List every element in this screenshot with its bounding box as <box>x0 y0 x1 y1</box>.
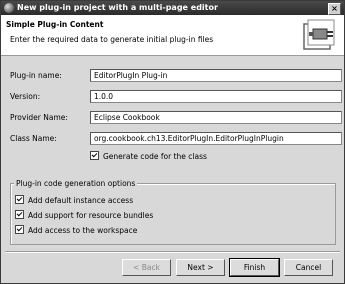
resource-bundles-checkbox[interactable]: Add support for resource bundles <box>15 210 153 220</box>
back-button[interactable]: < Back <box>122 259 171 276</box>
wizard-header: Simple Plug-in Content Enter the require… <box>1 15 344 56</box>
generate-code-label: Generate code for the class <box>103 152 207 161</box>
plugin-wizard-icon <box>303 19 335 50</box>
back-button-label: < Back <box>133 263 160 272</box>
eclipse-icon <box>4 3 14 13</box>
plugin-name-field[interactable]: EditorPlugIn Plug-in <box>90 69 342 82</box>
checkbox-checked-icon[interactable] <box>15 210 24 219</box>
finish-button-label: Finish <box>243 263 266 272</box>
default-instance-checkbox[interactable]: Add default instance access <box>15 195 133 205</box>
workspace-access-label: Add access to the workspace <box>28 226 138 235</box>
page-description: Enter the required data to generate init… <box>10 35 214 44</box>
workspace-access-checkbox[interactable]: Add access to the workspace <box>15 225 137 235</box>
class-name-field[interactable]: org.cookbook.ch13.EditorPlugIn.EditorPlu… <box>90 132 342 145</box>
next-button-label: Next > <box>187 263 214 272</box>
provider-name-field[interactable]: Eclipse Cookbook <box>90 111 342 124</box>
version-label: Version: <box>10 92 41 101</box>
wizard-window: New plug-in project with a multi-page ed… <box>0 0 345 284</box>
button-separator <box>5 251 340 253</box>
cancel-button-label: Cancel <box>295 263 322 272</box>
finish-button[interactable]: Finish <box>229 258 280 277</box>
page-title: Simple Plug-in Content <box>6 20 104 29</box>
class-name-label: Class Name: <box>10 134 57 143</box>
cancel-button[interactable]: Cancel <box>284 259 333 276</box>
close-button[interactable]: × <box>328 3 341 15</box>
plugin-name-label: Plug-in name: <box>10 71 62 80</box>
window-title: New plug-in project with a multi-page ed… <box>17 3 218 12</box>
provider-name-label: Provider Name: <box>10 113 68 122</box>
title-bar[interactable]: New plug-in project with a multi-page ed… <box>1 1 344 15</box>
version-field[interactable]: 1.0.0 <box>90 90 342 103</box>
next-button[interactable]: Next > <box>176 259 225 276</box>
resource-bundles-label: Add support for resource bundles <box>28 211 154 220</box>
checkbox-checked-icon[interactable] <box>15 225 24 234</box>
code-generation-options-label: Plug-in code generation options <box>14 179 138 188</box>
checkbox-checked-icon[interactable] <box>15 195 24 204</box>
default-instance-label: Add default instance access <box>28 196 134 205</box>
checkbox-checked-icon[interactable] <box>90 151 99 160</box>
generate-code-checkbox[interactable]: Generate code for the class <box>90 151 207 161</box>
